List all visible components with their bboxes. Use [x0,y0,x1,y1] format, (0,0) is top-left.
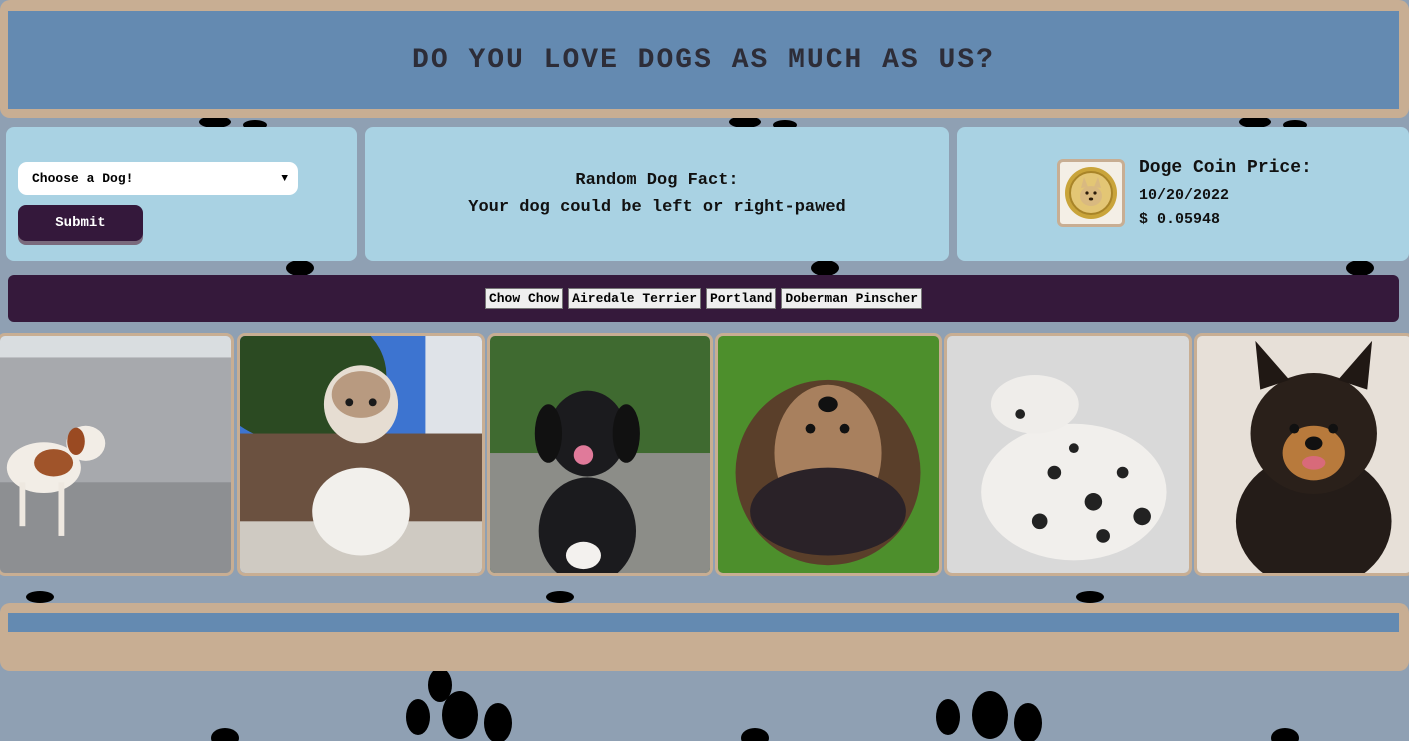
dog-fact-card: Random Dog Fact: Your dog could be left … [365,127,949,261]
doge-coin-logo [1057,159,1125,227]
dog-select-value: Choose a Dog! [32,171,134,186]
breed-button-doberman-pinscher[interactable]: Doberman Pinscher [781,288,923,309]
dog-select-card: Choose a Dog! ▼ Submit [6,127,357,261]
dog-fact-title: Random Dog Fact: [575,171,739,190]
page-header: DO YOU LOVE DOGS AS MUCH AS US? [0,0,1409,118]
doge-coin-date: 10/20/2022 [1139,187,1230,204]
page-title: DO YOU LOVE DOGS AS MUCH AS US? [412,44,995,76]
dog-photo-shih-tzu [237,333,485,576]
header-banner: DO YOU LOVE DOGS AS MUCH AS US? [8,11,1399,109]
doge-coin-icon [1065,167,1117,219]
dog-photo-yorkie [715,333,942,576]
dog-photo-shepherd-mix [1194,333,1409,576]
dog-select-dropdown[interactable]: Choose a Dog! ▼ [18,162,298,195]
dog-fact-text: Your dog could be left or right-pawed [468,198,846,217]
dog-photo-spaniel-beach [0,333,234,576]
breed-button-chow-chow[interactable]: Chow Chow [484,288,564,309]
doge-coin-price: $ 0.05948 [1139,211,1221,228]
chevron-down-icon: ▼ [281,172,288,185]
breed-button-portland[interactable]: Portland [706,288,777,309]
breed-button-airedale-terrier[interactable]: Airedale Terrier [568,288,701,309]
page-footer [0,603,1409,671]
dog-photo-black-lab-mix [487,333,713,576]
doge-coin-title: Doge Coin Price: [1139,158,1312,178]
dog-photo-dalmatian-bed [944,333,1192,576]
doge-coin-card: Doge Coin Price: 10/20/2022 $ 0.05948 [957,127,1409,261]
submit-button[interactable]: Submit [18,205,143,241]
breed-button-bar: Chow Chow Airedale Terrier Portland Dobe… [8,275,1399,322]
footer-banner [8,613,1399,632]
